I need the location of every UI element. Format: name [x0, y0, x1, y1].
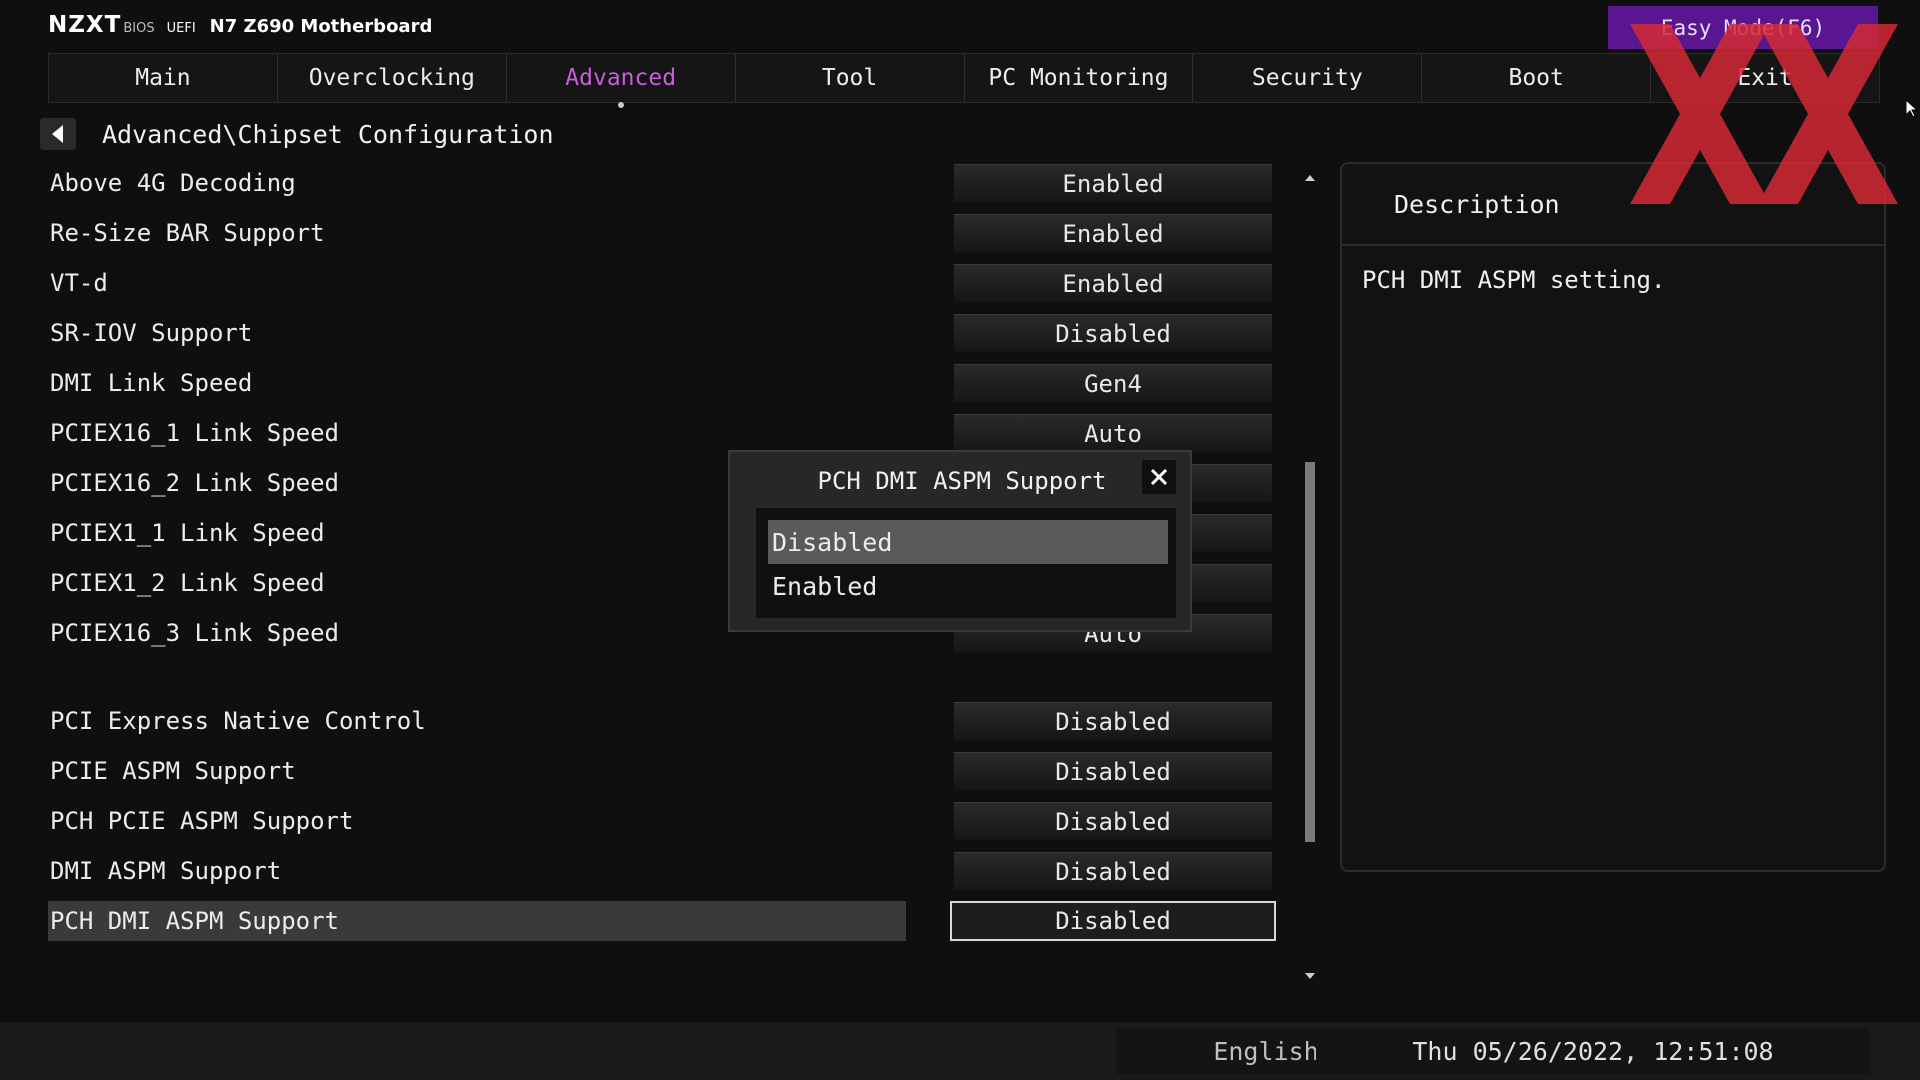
setting-label: DMI Link Speed [50, 369, 253, 397]
motherboard-model: N7 Z690 Motherboard [209, 16, 433, 37]
popup-option[interactable]: Enabled [768, 564, 1168, 608]
triangle-up-icon [1305, 175, 1315, 181]
brand-bios-label: BIOS [123, 21, 155, 36]
scroll-up-button[interactable] [1302, 170, 1318, 186]
arrow-left-icon [52, 125, 63, 143]
setting-value[interactable]: Enabled [954, 164, 1272, 202]
scroll-track[interactable] [1305, 190, 1315, 960]
popup-option-list: Disabled Enabled [756, 508, 1176, 618]
setting-label: PCH PCIE ASPM Support [50, 807, 354, 835]
setting-value[interactable]: Disabled [954, 752, 1272, 790]
setting-row[interactable]: PCIEX16_1 Link Speed Auto [48, 413, 1278, 453]
setting-label: PCH DMI ASPM Support [48, 901, 906, 941]
main-nav-tabs: Main Overclocking Advanced Tool PC Monit… [48, 53, 1880, 108]
bios-screen: NZXT BIOS UEFI N7 Z690 Motherboard Easy … [0, 0, 1920, 1080]
scroll-thumb[interactable] [1305, 462, 1315, 842]
close-icon [1150, 468, 1168, 486]
setting-value[interactable]: Disabled [954, 802, 1272, 840]
scroll-down-button[interactable] [1302, 968, 1318, 984]
setting-label: PCIEX16_1 Link Speed [50, 419, 339, 447]
setting-label: DMI ASPM Support [50, 857, 282, 885]
setting-label: Re-Size BAR Support [50, 219, 325, 247]
tab-security[interactable]: Security [1192, 54, 1421, 102]
setting-value[interactable]: Gen4 [954, 364, 1272, 402]
breadcrumb: Advanced\Chipset Configuration [102, 119, 554, 149]
description-panel: Description PCH DMI ASPM setting. [1340, 162, 1886, 872]
back-button[interactable] [40, 118, 76, 150]
tab-boot[interactable]: Boot [1421, 54, 1650, 102]
setting-row[interactable]: Above 4G Decoding Enabled [48, 163, 1278, 203]
brand-logo: NZXT [48, 12, 122, 38]
popup-close-button[interactable] [1142, 460, 1176, 494]
setting-label: Above 4G Decoding [50, 169, 296, 197]
watermark-logo [1630, 24, 1898, 204]
mouse-cursor-icon [1906, 100, 1918, 118]
tab-overclocking[interactable]: Overclocking [276, 54, 506, 102]
setting-row[interactable]: DMI ASPM Support Disabled [48, 851, 1278, 891]
setting-value[interactable]: Disabled [954, 702, 1272, 740]
setting-value[interactable]: Enabled [954, 264, 1272, 302]
popup-option[interactable]: Disabled [768, 520, 1168, 564]
option-popup: PCH DMI ASPM Support Disabled Enabled [728, 450, 1192, 632]
setting-label: SR-IOV Support [50, 319, 253, 347]
setting-label: VT-d [50, 269, 108, 297]
settings-scrollbar[interactable] [1302, 166, 1318, 984]
setting-value[interactable]: Disabled [950, 901, 1276, 941]
setting-row[interactable]: SR-IOV Support Disabled [48, 313, 1278, 353]
setting-value[interactable]: Disabled [954, 852, 1272, 890]
setting-label: PCI Express Native Control [50, 707, 426, 735]
setting-row[interactable]: PCI Express Native Control Disabled [48, 701, 1278, 741]
tab-advanced[interactable]: Advanced [505, 54, 735, 108]
setting-value[interactable]: Auto [954, 414, 1272, 452]
brand-uefi-label: UEFI [166, 21, 196, 36]
setting-row[interactable]: DMI Link Speed Gen4 [48, 363, 1278, 403]
footer-bar: English Thu 05/26/2022, 12:51:08 [0, 1022, 1920, 1080]
setting-row[interactable]: PCIE ASPM Support Disabled [48, 751, 1278, 791]
popup-title: PCH DMI ASPM Support [817, 467, 1107, 495]
setting-value[interactable]: Enabled [954, 214, 1272, 252]
setting-row[interactable]: PCH PCIE ASPM Support Disabled [48, 801, 1278, 841]
setting-row[interactable]: VT-d Enabled [48, 263, 1278, 303]
description-text: PCH DMI ASPM setting. [1362, 266, 1666, 294]
setting-row[interactable]: PCH DMI ASPM Support Disabled [48, 901, 1278, 941]
tab-main[interactable]: Main [48, 54, 277, 102]
triangle-down-icon [1305, 973, 1315, 979]
system-datetime: Thu 05/26/2022, 12:51:08 [1316, 1028, 1870, 1074]
setting-label: PCIE ASPM Support [50, 757, 296, 785]
tab-pc-monitoring[interactable]: PC Monitoring [963, 54, 1193, 102]
tab-tool[interactable]: Tool [734, 54, 964, 102]
setting-row[interactable]: Re-Size BAR Support Enabled [48, 213, 1278, 253]
brand-header: NZXT BIOS UEFI N7 Z690 Motherboard [48, 12, 432, 42]
setting-value[interactable]: Disabled [954, 314, 1272, 352]
